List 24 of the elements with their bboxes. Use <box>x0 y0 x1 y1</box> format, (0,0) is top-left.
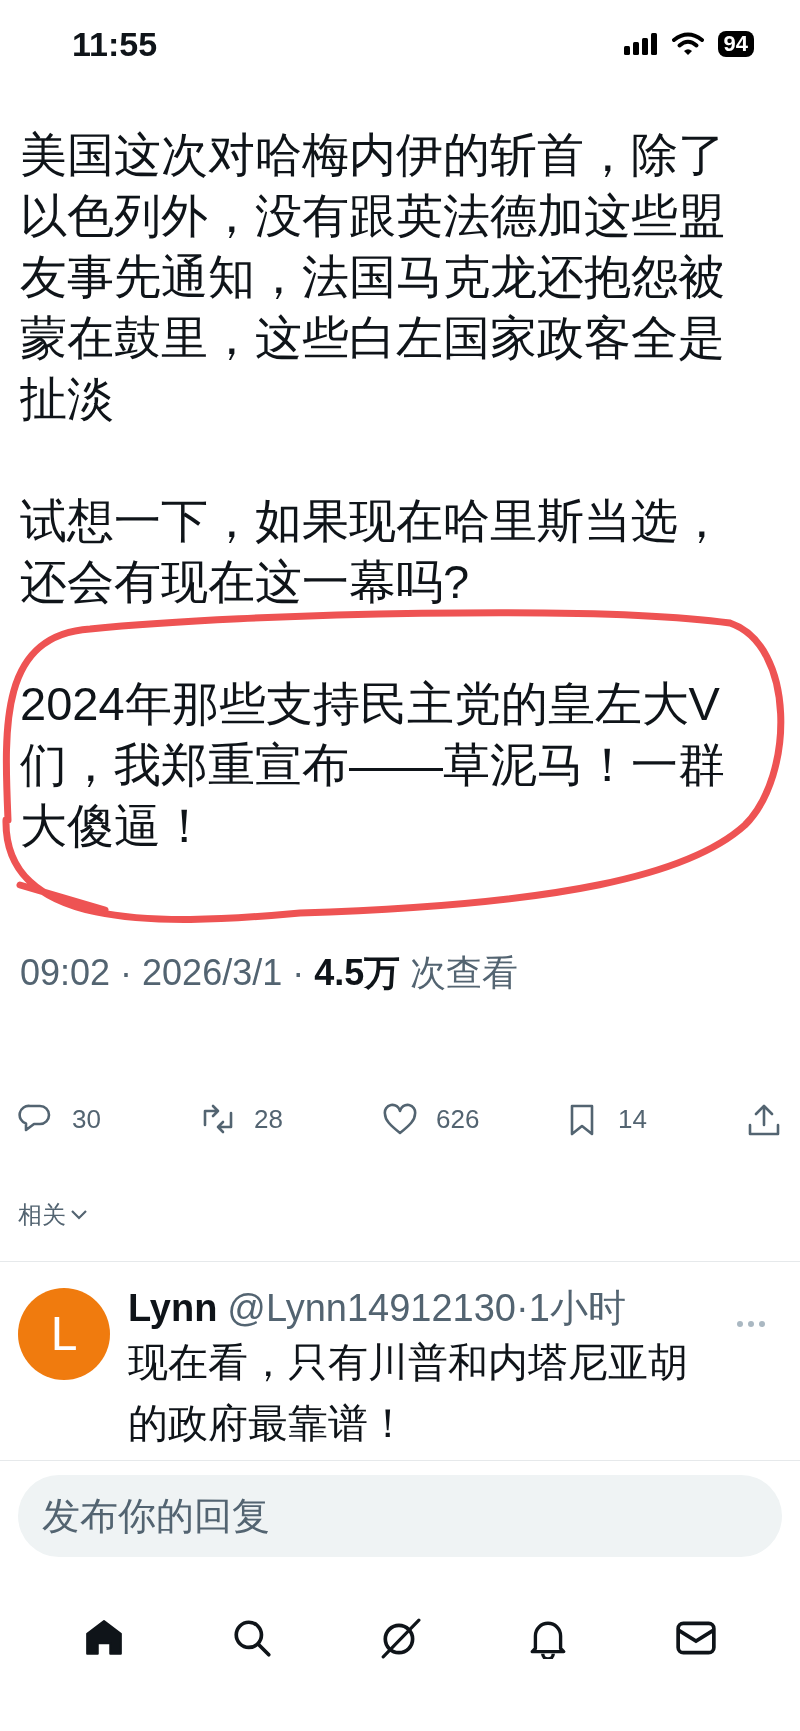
heart-icon[interactable] <box>382 1102 418 1137</box>
action-count: 14 <box>618 1103 647 1136</box>
post-text: 2024年那些支持民主党的皇左大V们，我郑重宣布——草泥马！一群大傻逼！ <box>20 676 726 854</box>
reply-text: 现在看，只有川普和内塔尼亚胡的政府最靠谱！ <box>128 1339 689 1447</box>
author-handle: @Lynn14912130 <box>227 1286 516 1331</box>
wifi-icon <box>671 32 704 56</box>
avatar: L <box>18 1288 110 1380</box>
share-icon[interactable] <box>746 1102 782 1137</box>
action-count: 30 <box>72 1103 101 1136</box>
post-meta: 09:02 · 2026/3/1 · 4.5万 次查看 <box>20 951 520 995</box>
search-icon[interactable] <box>231 1617 273 1659</box>
action-count: 626 <box>436 1103 480 1136</box>
signal-icon <box>623 33 658 55</box>
author-name: Lynn <box>128 1286 218 1331</box>
related-dropdown[interactable]: 相关 <box>18 1197 88 1233</box>
battery-level: 94 <box>717 31 754 57</box>
reply-input[interactable]: 发布你的回复 <box>18 1475 782 1557</box>
reply-time: ·1小时 <box>516 1286 626 1331</box>
post-text: 美国这次对哈梅内伊的斩首，除了以色列外，没有跟英法德加这些盟友事先通知，法国马克龙还抱怨被蒙在鼓里，这些白左国家政客全是扯淡 <box>20 127 726 427</box>
action-count: 28 <box>254 1103 283 1136</box>
chevron-down-icon <box>70 1209 88 1221</box>
post-text: 试想一下，如果现在哈里斯当选，还会有现在这一幕吗? <box>20 493 726 610</box>
status-time: 11:55 <box>72 23 158 65</box>
slashed-circle-icon[interactable] <box>379 1617 421 1659</box>
